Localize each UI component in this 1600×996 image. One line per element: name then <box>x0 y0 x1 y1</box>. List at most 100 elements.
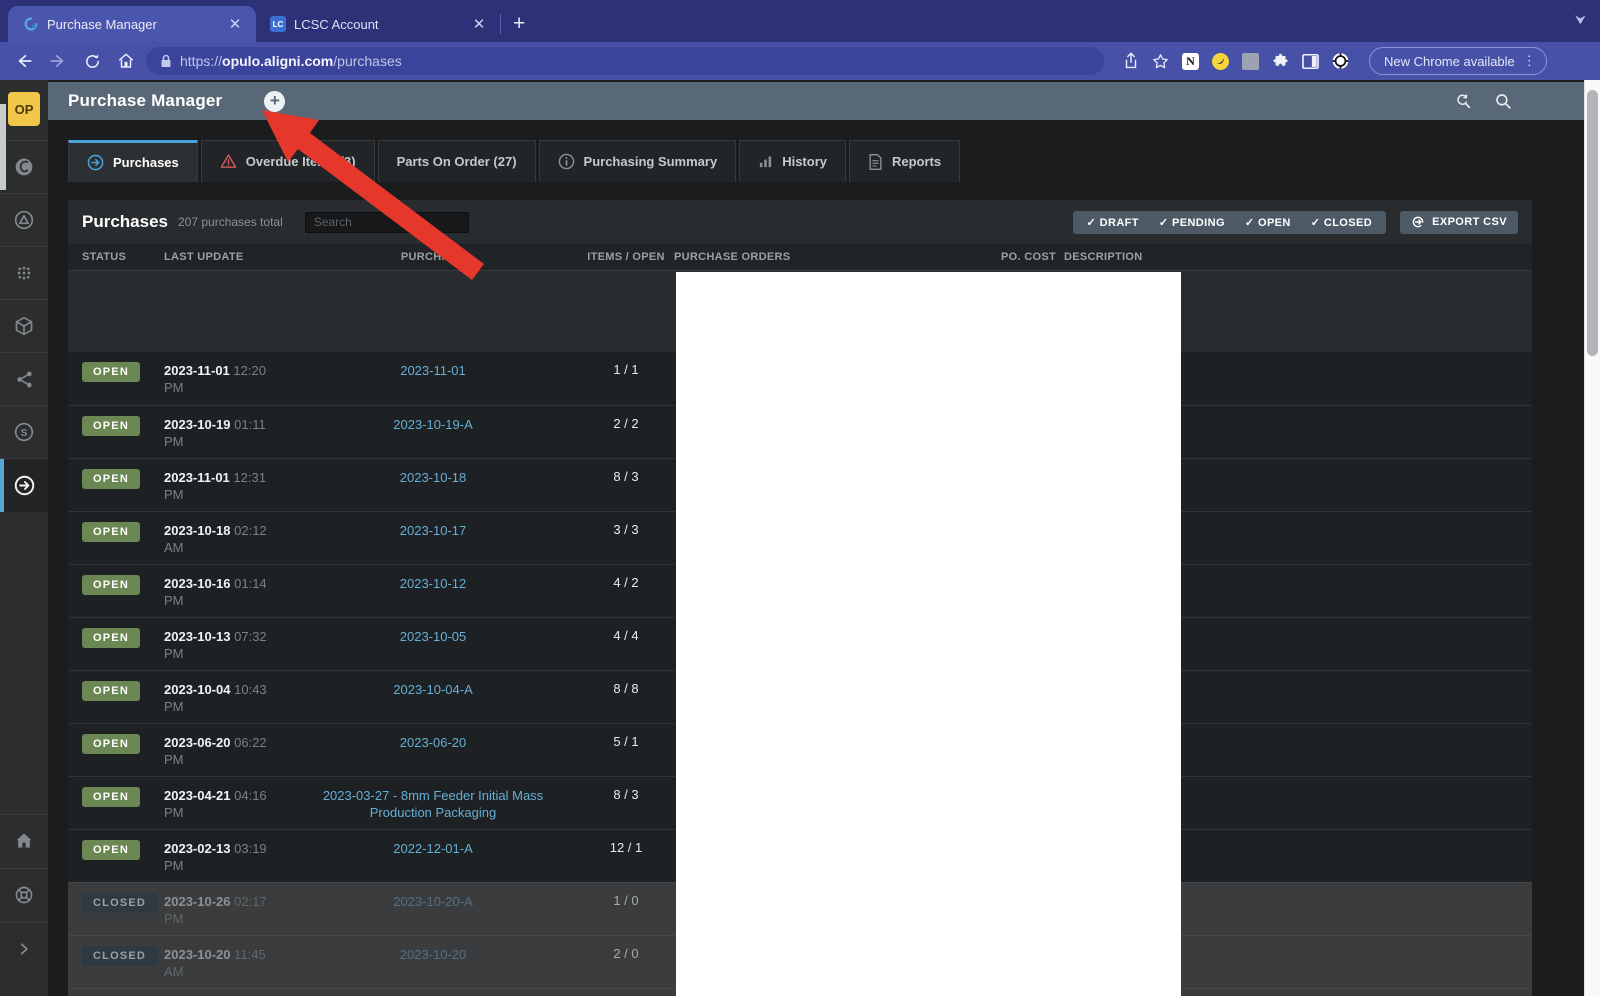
status-cell: OPEN <box>82 575 164 617</box>
status-cell: OPEN <box>82 362 164 405</box>
back-icon[interactable] <box>10 47 38 75</box>
browser-tab-lcsc[interactable]: LC LCSC Account ✕ <box>256 6 500 42</box>
lcsc-favicon: LC <box>270 16 286 32</box>
purchase-link[interactable]: 2022-12-01-A <box>393 841 473 856</box>
recent-activity-icon[interactable] <box>1454 92 1472 110</box>
section-tabs: Purchases Overdue Items (3) Parts On Ord… <box>68 140 960 182</box>
sidebar-item-help[interactable] <box>0 868 48 921</box>
side-panel-icon[interactable] <box>1302 53 1319 70</box>
sidebar-item-inventory[interactable] <box>0 299 48 352</box>
col-status[interactable]: STATUS <box>82 251 164 263</box>
col-purchase[interactable]: PURCHASE <box>288 251 578 263</box>
sidebar-item-designs[interactable] <box>0 193 48 246</box>
col-items-open[interactable]: ITEMS / OPEN <box>578 251 674 263</box>
last-update-cell: 2023-10-18 02:12 AM <box>164 522 288 564</box>
background-window-edge <box>0 104 6 190</box>
status-badge: CLOSED <box>82 946 157 966</box>
col-last-update[interactable]: LAST UPDATE <box>164 251 288 263</box>
purchase-link[interactable]: 2023-10-19-A <box>393 417 473 432</box>
tab-close-icon[interactable]: ✕ <box>470 15 488 33</box>
status-badge: OPEN <box>82 628 140 648</box>
status-badge: OPEN <box>82 575 140 595</box>
purchase-link[interactable]: 2023-06-20 <box>400 735 467 750</box>
purchase-link[interactable]: 2023-10-12 <box>400 576 467 591</box>
tab-close-icon[interactable]: ✕ <box>226 15 244 33</box>
purchase-link[interactable]: 2023-03-27 - 8mm Feeder Initial Mass Pro… <box>323 788 543 820</box>
tab-purchases[interactable]: Purchases <box>68 140 198 182</box>
col-po-cost[interactable]: PO. COST <box>964 251 1064 263</box>
purchase-link[interactable]: 2023-11-01 <box>400 363 466 378</box>
status-badge: OPEN <box>82 734 140 754</box>
dot-grid-icon <box>14 263 34 283</box>
items-open-cell: 4 / 2 <box>578 575 674 617</box>
sidebar-item-parts[interactable] <box>0 246 48 299</box>
tab-divider <box>500 14 501 34</box>
sidebar-item-purchases[interactable] <box>0 458 48 512</box>
last-update-cell: 2023-11-01 12:31 PM <box>164 469 288 511</box>
sidebar-item-pricing[interactable]: S <box>0 405 48 458</box>
items-open-cell: 8 / 3 <box>578 469 674 511</box>
last-update-cell: 2023-10-19 01:11 PM <box>164 416 288 458</box>
purchase-link[interactable]: 2023-10-05 <box>400 629 467 644</box>
new-purchase-button[interactable]: + <box>264 91 285 112</box>
url-text: https://opulo.aligni.com/purchases <box>180 53 402 69</box>
sidebar-expand-chevron-icon[interactable] <box>0 922 48 975</box>
home-icon[interactable] <box>112 47 140 75</box>
yellow-extension-icon[interactable] <box>1212 53 1229 70</box>
sidebar-item-home[interactable] <box>0 814 48 867</box>
sidebar-item-share[interactable] <box>0 352 48 405</box>
share-icon[interactable] <box>1122 53 1139 70</box>
purchase-link[interactable]: 2023-10-18 <box>400 470 467 485</box>
address-bar[interactable]: https://opulo.aligni.com/purchases <box>146 47 1104 75</box>
tab-search-chevron-icon[interactable]: ⮟ <box>1575 12 1586 28</box>
purchase-link[interactable]: 2023-10-17 <box>400 523 467 538</box>
search-input[interactable] <box>305 212 469 233</box>
crosshair-extension-icon[interactable] <box>1332 53 1349 70</box>
export-csv-button[interactable]: EXPORT CSV <box>1400 211 1518 234</box>
filter-open[interactable]: OPEN <box>1235 216 1301 229</box>
last-update-cell: 2023-04-21 04:16 PM <box>164 787 288 829</box>
status-cell: OPEN <box>82 840 164 882</box>
wheel-icon <box>14 885 34 905</box>
sidebar-logo[interactable]: OP <box>8 92 40 126</box>
pill-menu-icon[interactable]: ⋮ <box>1523 53 1536 69</box>
background-scrollbar-thumb[interactable] <box>1587 90 1598 356</box>
purchase-link[interactable]: 2023-10-04-A <box>393 682 473 697</box>
items-open-cell: 1 / 0 <box>578 893 674 935</box>
aligni-favicon <box>22 16 39 33</box>
filter-pending[interactable]: PENDING <box>1149 216 1235 229</box>
svg-text:S: S <box>21 428 28 439</box>
search-icon[interactable] <box>1494 92 1512 110</box>
last-update-cell: 2023-10-26 02:17 PM <box>164 893 288 935</box>
tab-overdue-items[interactable]: Overdue Items (3) <box>201 140 375 182</box>
panel-header: Purchases 207 purchases total DRAFTPENDI… <box>68 200 1532 244</box>
bookmark-star-icon[interactable] <box>1152 53 1169 70</box>
table-header: STATUS LAST UPDATE PURCHASE ITEMS / OPEN… <box>68 244 1532 271</box>
forward-icon[interactable] <box>44 47 72 75</box>
col-description[interactable]: DESCRIPTION <box>1064 251 1532 263</box>
redaction-overlay <box>676 272 1181 996</box>
chrome-update-button[interactable]: New Chrome available ⋮ <box>1369 47 1547 75</box>
tab-history[interactable]: History <box>739 140 846 182</box>
notion-extension-icon[interactable]: N <box>1182 53 1199 70</box>
items-open-cell: 8 / 3 <box>578 787 674 829</box>
new-tab-button[interactable]: + <box>513 14 525 34</box>
col-purchase-orders[interactable]: PURCHASE ORDERS <box>674 251 964 263</box>
filter-draft[interactable]: DRAFT <box>1077 216 1149 229</box>
status-badge: OPEN <box>82 787 140 807</box>
tab-purchasing-summary[interactable]: Purchasing Summary <box>539 140 737 182</box>
tab-parts-on-order[interactable]: Parts On Order (27) <box>378 140 536 182</box>
tab-reports[interactable]: Reports <box>849 140 960 182</box>
extensions-puzzle-icon[interactable] <box>1272 53 1289 70</box>
purchase-link[interactable]: 2023-10-20 <box>400 947 467 962</box>
purchase-link[interactable]: 2023-10-20-A <box>393 894 473 909</box>
status-cell: OPEN <box>82 734 164 776</box>
reload-icon[interactable] <box>78 47 106 75</box>
sidebar-item-dashboard[interactable] <box>0 140 48 193</box>
background-scrollbar-track[interactable] <box>1584 80 1600 996</box>
last-update-cell: 2023-02-13 03:19 PM <box>164 840 288 882</box>
gray-extension-icon[interactable] <box>1242 53 1259 70</box>
browser-tab-purchase-manager[interactable]: Purchase Manager ✕ <box>8 6 256 42</box>
export-icon <box>1411 215 1425 229</box>
filter-closed[interactable]: CLOSED <box>1301 216 1382 229</box>
